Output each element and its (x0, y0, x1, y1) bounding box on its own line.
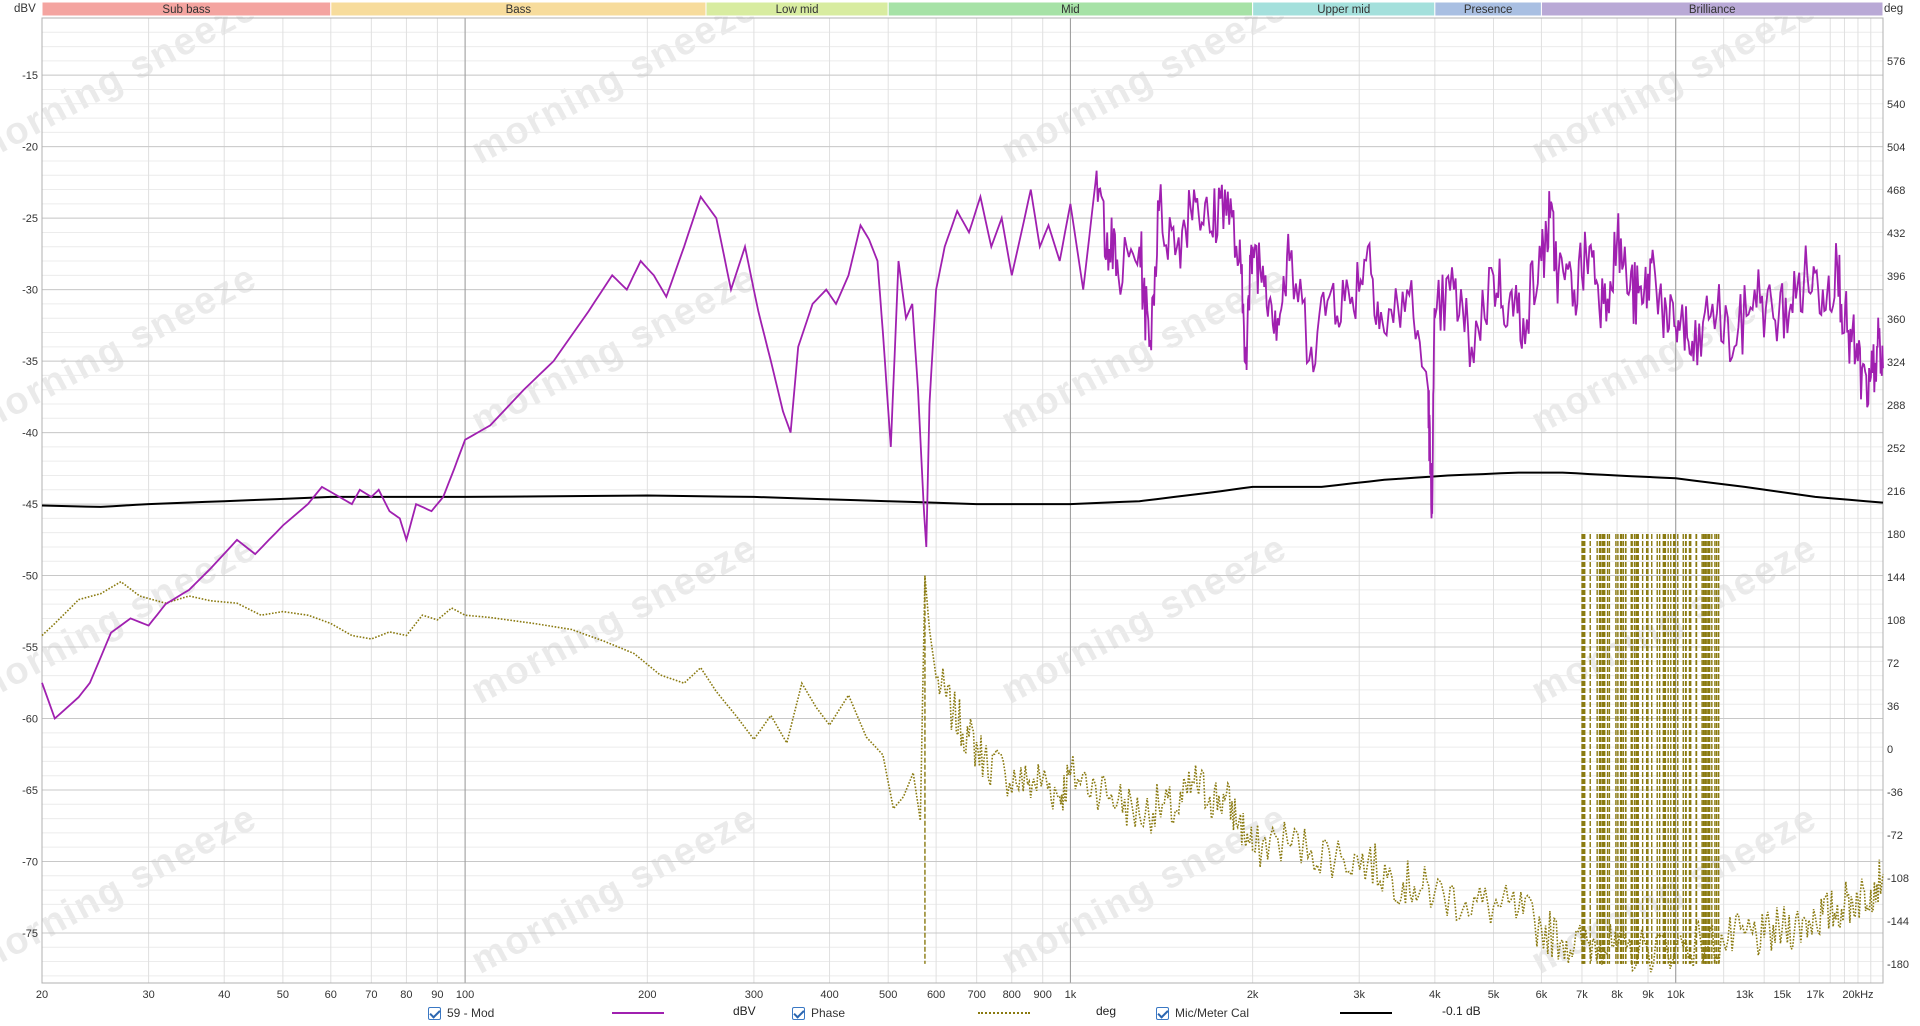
right-tick-label: 360 (1887, 314, 1905, 326)
legend-unit-59-mod: dBV (733, 1004, 756, 1018)
right-tick-label: 216 (1887, 486, 1905, 498)
right-tick-label: 396 (1887, 271, 1905, 283)
left-tick-label: -35 (22, 356, 38, 368)
x-tick-label: 80 (400, 989, 412, 1000)
band-label: Low mid (776, 4, 819, 16)
right-tick-label: 576 (1887, 56, 1905, 68)
x-tick-label: 40 (218, 989, 230, 1000)
frequency-band-strip[interactable]: Sub bass Bass Low mid Mid Upper mid Presence B… (41, 1, 1884, 17)
legend-unit-phase: deg (1096, 1004, 1117, 1018)
band-label: Presence (1464, 4, 1513, 16)
x-tick-label: 3k (1353, 989, 1365, 1000)
checkbox-phase[interactable] (792, 1006, 805, 1020)
legend-item-phase[interactable]: Phase (792, 1004, 845, 1022)
x-tick-label: 1k (1065, 989, 1077, 1000)
x-tick-label: 15k (1773, 989, 1791, 1000)
x-tick-label: 10k (1667, 989, 1685, 1000)
x-tick-label: 30 (142, 989, 154, 1000)
right-tick-label: -36 (1887, 787, 1903, 799)
left-tick-label: -70 (22, 856, 38, 868)
right-tick-label: 180 (1887, 529, 1905, 541)
left-axis-unit-label: dBV (14, 3, 36, 15)
x-tick-label: 400 (820, 989, 838, 1000)
checkbox-mic-meter-cal[interactable] (1156, 1006, 1169, 1020)
right-tick-label: 36 (1887, 701, 1899, 713)
left-tick-label: -60 (22, 714, 38, 726)
right-tick-label: 504 (1887, 142, 1905, 154)
left-tick-label: -75 (22, 928, 38, 940)
x-tick-label: 7k (1576, 989, 1588, 1000)
x-tick-label: 70 (365, 989, 377, 1000)
band-label: Brilliance (1689, 4, 1736, 16)
legend-item-59-mod[interactable]: 59 - Mod (428, 1004, 494, 1022)
right-tick-label: 252 (1887, 443, 1905, 455)
checkbox-59-mod[interactable] (428, 1006, 441, 1020)
x-tick-label: 6k (1536, 989, 1548, 1000)
right-tick-label: 432 (1887, 228, 1905, 240)
right-tick-label: -72 (1887, 830, 1903, 842)
x-tick-label: 300 (745, 989, 763, 1000)
x-tick-label: 600 (927, 989, 945, 1000)
band-label: Upper mid (1317, 4, 1370, 16)
left-tick-label: -50 (22, 571, 38, 583)
legend-bar: 59 - Mod dBV Phase deg Mic/Meter Cal -0.… (0, 1002, 1920, 1024)
band-label: Bass (506, 4, 532, 16)
x-tick-label: 17k (1806, 989, 1824, 1000)
left-tick-label: -45 (22, 499, 38, 511)
frequency-response-chart[interactable]: morning sneeze morning sneeze morning snee… (0, 0, 1920, 1000)
x-tick-label: 900 (1034, 989, 1052, 1000)
left-tick-label: -65 (22, 785, 38, 797)
legend-swatch-phase (978, 1012, 1030, 1014)
band-label: Sub bass (162, 4, 210, 16)
left-tick-label: -25 (22, 213, 38, 225)
right-tick-label: 324 (1887, 357, 1905, 369)
right-tick-label: 540 (1887, 99, 1905, 111)
x-tick-label: 5k (1488, 989, 1500, 1000)
right-tick-label: 468 (1887, 185, 1905, 197)
right-tick-label: 144 (1887, 572, 1905, 584)
x-tick-label: 200 (638, 989, 656, 1000)
x-tick-label: 8k (1611, 989, 1623, 1000)
legend-label-mic-meter-cal: Mic/Meter Cal (1175, 1006, 1250, 1020)
x-tick-label: 800 (1003, 989, 1021, 1000)
legend-swatch-59-mod (612, 1012, 664, 1014)
legend-label-phase: Phase (811, 1006, 846, 1020)
x-tick-label: 20kHz (1842, 989, 1873, 1000)
right-tick-label: -144 (1887, 916, 1909, 928)
left-tick-label: -15 (22, 70, 38, 82)
right-tick-label: 108 (1887, 615, 1905, 627)
x-tick-label: 9k (1642, 989, 1654, 1000)
left-tick-label: -55 (22, 642, 38, 654)
x-tick-label: 4k (1429, 989, 1441, 1000)
left-tick-label: -20 (22, 142, 38, 154)
x-tick-label: 13k (1736, 989, 1754, 1000)
right-tick-label: -108 (1887, 873, 1909, 885)
x-tick-label: 500 (879, 989, 897, 1000)
right-tick-label: 72 (1887, 658, 1899, 670)
band-label: Mid (1061, 4, 1080, 16)
x-tick-label: 100 (456, 989, 474, 1000)
x-tick-label: 60 (325, 989, 337, 1000)
legend-label-59-mod: 59 - Mod (447, 1006, 495, 1020)
right-tick-label: 288 (1887, 400, 1905, 412)
right-tick-label: 0 (1887, 744, 1893, 756)
right-axis-unit-label: deg (1884, 3, 1903, 15)
left-tick-label: -40 (22, 428, 38, 440)
left-tick-label: -30 (22, 285, 38, 297)
right-tick-label: -180 (1887, 959, 1909, 971)
legend-item-mic-meter-cal[interactable]: Mic/Meter Cal (1156, 1004, 1249, 1022)
x-tick-label: 50 (277, 989, 289, 1000)
x-tick-label: 90 (431, 989, 443, 1000)
x-tick-label: 2k (1247, 989, 1259, 1000)
x-tick-label: 700 (967, 989, 985, 1000)
x-tick-label: 20 (36, 989, 48, 1000)
legend-unit-mic-meter-cal: -0.1 dB (1442, 1004, 1481, 1018)
legend-swatch-mic-meter-cal (1340, 1012, 1392, 1014)
